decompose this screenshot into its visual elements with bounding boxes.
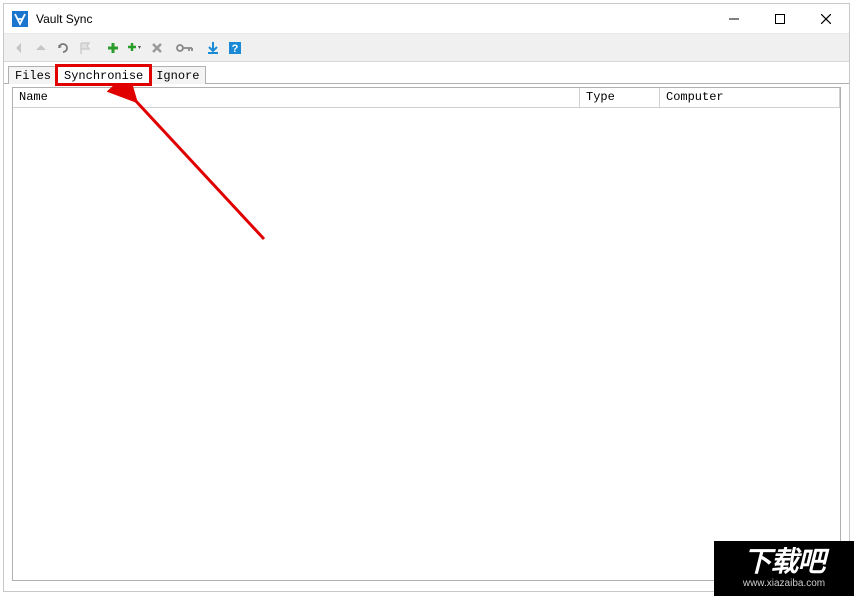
- key-icon[interactable]: [174, 37, 196, 59]
- watermark-text: 下载吧: [743, 548, 824, 576]
- minimize-button[interactable]: [711, 4, 757, 34]
- watermark-url: www.xiazaiba.com: [743, 578, 825, 589]
- add-icon[interactable]: [102, 37, 124, 59]
- window-title: Vault Sync: [36, 12, 92, 26]
- app-icon: [10, 9, 30, 29]
- svg-text:?: ?: [232, 43, 239, 55]
- tab-files[interactable]: Files: [8, 66, 58, 84]
- titlebar: Vault Sync: [4, 4, 849, 34]
- column-computer[interactable]: Computer: [660, 88, 840, 107]
- maximize-button[interactable]: [757, 4, 803, 34]
- column-name[interactable]: Name: [13, 88, 580, 107]
- content-panel: Name Type Computer: [12, 87, 841, 581]
- column-type[interactable]: Type: [580, 88, 660, 107]
- window-controls: [711, 4, 849, 34]
- up-icon[interactable]: [30, 37, 52, 59]
- flag-icon[interactable]: [74, 37, 96, 59]
- download-icon[interactable]: [202, 37, 224, 59]
- refresh-icon[interactable]: [52, 37, 74, 59]
- delete-icon[interactable]: [146, 37, 168, 59]
- column-headers: Name Type Computer: [13, 88, 840, 108]
- watermark: 下载吧 www.xiazaiba.com: [714, 541, 854, 596]
- app-window: Vault Sync: [3, 3, 850, 592]
- close-button[interactable]: [803, 4, 849, 34]
- add-dropdown-icon[interactable]: [124, 37, 146, 59]
- help-icon[interactable]: ?: [224, 37, 246, 59]
- back-icon[interactable]: [8, 37, 30, 59]
- tab-synchronise[interactable]: Synchronise: [57, 66, 150, 84]
- tab-ignore[interactable]: Ignore: [149, 66, 206, 84]
- tab-bar: Files Synchronise Ignore: [4, 62, 849, 84]
- toolbar: ?: [4, 34, 849, 62]
- list-body[interactable]: [13, 108, 840, 580]
